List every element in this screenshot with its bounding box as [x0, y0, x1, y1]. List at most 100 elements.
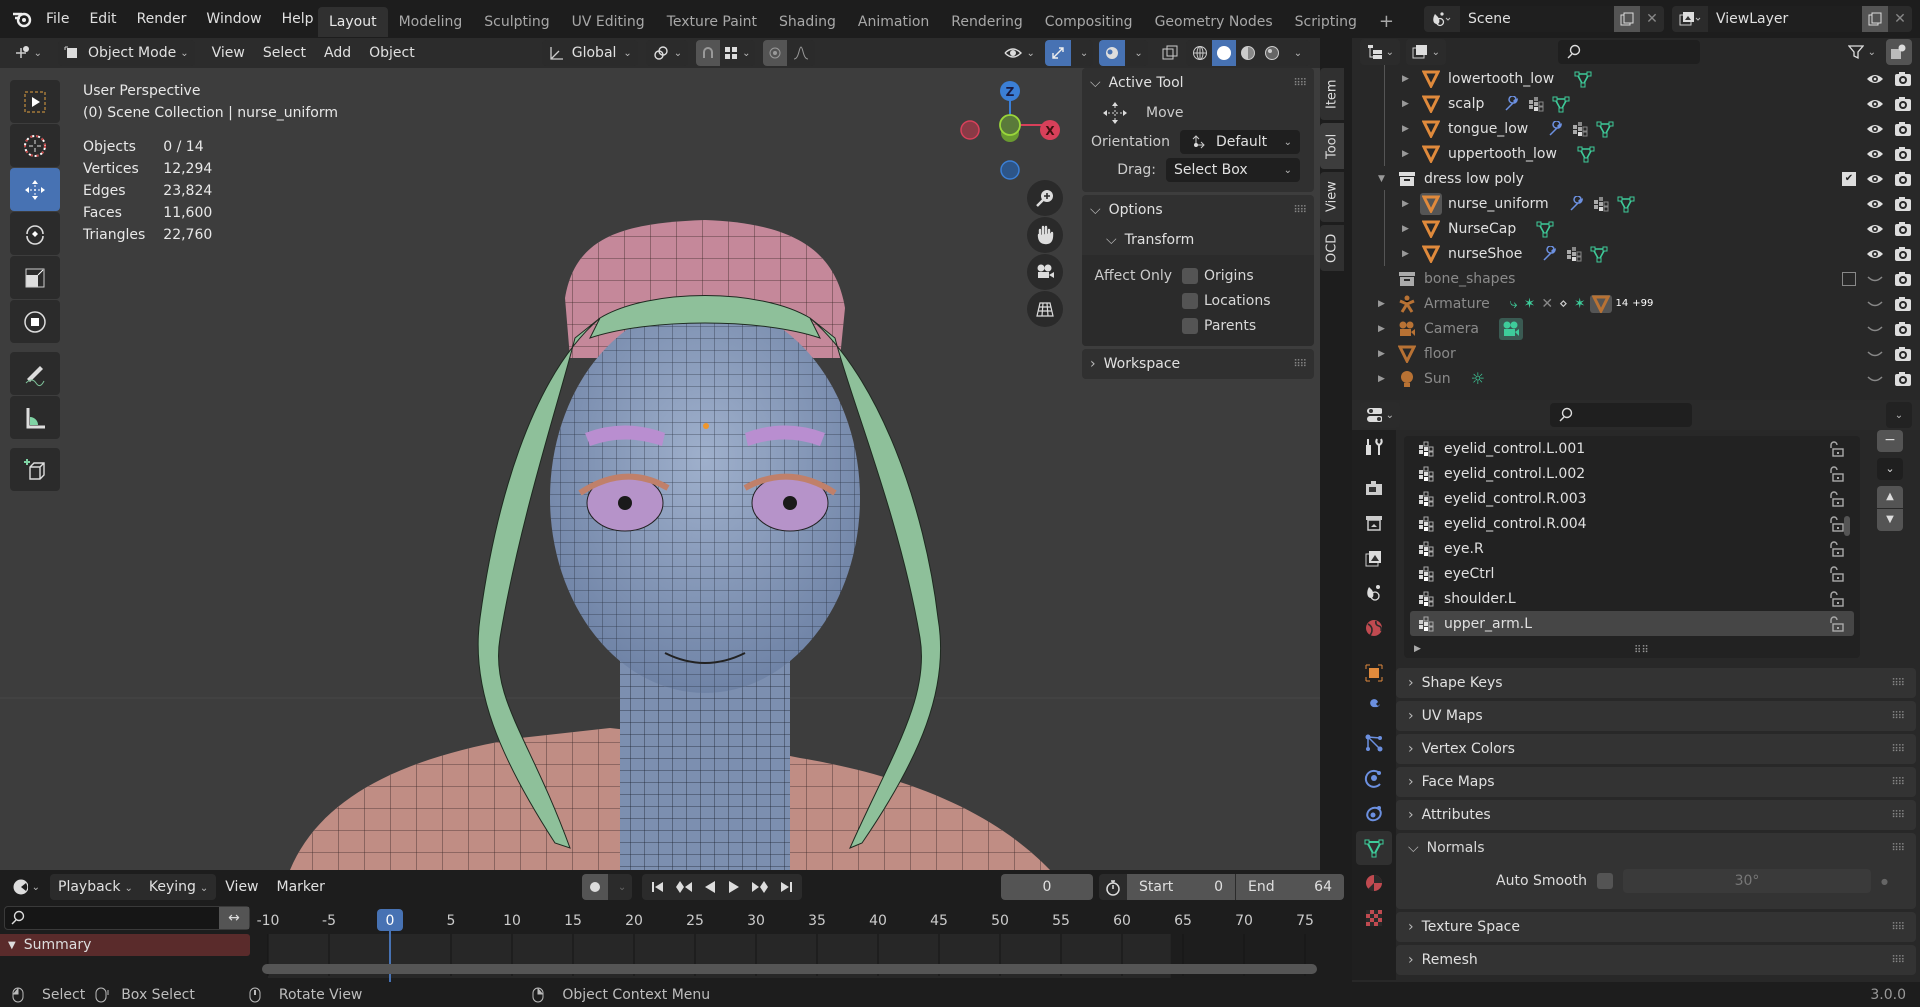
add-cube-tool[interactable] [10, 448, 60, 491]
options-header[interactable]: ⌵ Options ⠿⠿ [1082, 195, 1314, 225]
auto-smooth-angle-field[interactable]: 30° [1622, 869, 1871, 893]
mesh-data-props-tab[interactable] [1356, 831, 1392, 865]
vertex-group-item[interactable]: eyeCtrl [1410, 561, 1854, 586]
lock-open-icon[interactable] [1828, 490, 1844, 507]
jump-to-prev-keyframe-icon[interactable] [670, 880, 698, 894]
render-toggle[interactable] [1894, 321, 1912, 337]
object-props-tab[interactable] [1356, 656, 1392, 690]
gizmo-dropdown[interactable]: ⌄ [1075, 48, 1093, 59]
tool-props-tab[interactable] [1356, 430, 1392, 464]
render-toggle[interactable] [1894, 146, 1912, 162]
add-workspace-button[interactable]: + [1368, 7, 1405, 37]
list-scrollbar[interactable] [1844, 516, 1850, 536]
menu-object[interactable]: Object [360, 45, 424, 61]
annotate-tool[interactable] [10, 352, 60, 395]
play-reverse-icon[interactable] [698, 880, 722, 894]
view-layer-name-field[interactable]: ViewLayer [1708, 6, 1862, 32]
camera-view-button[interactable] [1027, 254, 1063, 290]
timeline-menu-view[interactable]: View [216, 879, 267, 895]
render-toggle[interactable] [1894, 96, 1912, 112]
tab-rendering[interactable]: Rendering [940, 7, 1034, 37]
outliner-search-input[interactable] [1558, 40, 1700, 64]
render-toggle[interactable] [1894, 296, 1912, 312]
visibility-toggle[interactable] [1866, 72, 1884, 86]
editor-type-button[interactable]: ⌄ [8, 40, 48, 66]
use-preview-range-icon[interactable] [1099, 878, 1127, 896]
tab-scripting[interactable]: Scripting [1284, 7, 1368, 37]
timeline-editor-type[interactable]: ⌄ [6, 874, 46, 900]
section-texture-space[interactable]: › Texture Space ⠿⠿ [1396, 912, 1916, 942]
locations-checkbox[interactable] [1182, 292, 1198, 309]
render-toggle[interactable] [1894, 371, 1912, 387]
auto-smooth-checkbox[interactable] [1596, 873, 1613, 889]
expand-arrow-icon[interactable]: ▶ [1402, 224, 1416, 234]
workspace-panel[interactable]: › Workspace ⠿⠿ [1082, 349, 1314, 379]
expand-arrow-icon[interactable]: ▶ [1402, 124, 1416, 134]
keying-set-dropdown[interactable]: ⌄ [612, 882, 632, 893]
lock-open-icon[interactable] [1828, 590, 1844, 607]
outliner-row-floor[interactable]: ▶ floor [1352, 341, 1920, 366]
lock-open-icon[interactable] [1828, 440, 1844, 457]
world-props-tab[interactable] [1356, 611, 1392, 645]
expand-arrow-icon[interactable]: ▶ [1402, 149, 1416, 159]
scene-icon[interactable] [1424, 11, 1460, 27]
visibility-toggle[interactable] [1866, 372, 1884, 386]
transform-tool[interactable] [10, 300, 60, 343]
tab-animation[interactable]: Animation [847, 7, 940, 37]
drag-dropdown[interactable]: Select Box ⌄ [1166, 158, 1300, 182]
xray-toggle-icon[interactable] [1156, 40, 1184, 66]
lock-open-icon[interactable] [1828, 565, 1844, 582]
transform-subheader[interactable]: ⌵ Transform [1082, 225, 1314, 255]
navigation-gizmo[interactable]: Z X [950, 75, 1070, 185]
visibility-toggle[interactable] [1866, 122, 1884, 136]
render-toggle[interactable] [1894, 271, 1912, 287]
timeline-search-input[interactable]: ↔ [4, 906, 250, 930]
texture-props-tab[interactable] [1356, 901, 1392, 935]
falloff-dropdown[interactable] [787, 46, 815, 60]
scene-props-tab[interactable] [1356, 576, 1392, 610]
rendered-shading-icon[interactable] [1260, 40, 1284, 66]
render-toggle[interactable] [1894, 121, 1912, 137]
overlays-dropdown[interactable]: ⌄ [1129, 48, 1147, 59]
lock-open-icon[interactable] [1828, 515, 1844, 532]
vertex-group-item[interactable]: eyelid_control.L.002 [1410, 461, 1854, 486]
view-layer-icon[interactable] [1672, 11, 1708, 27]
end-frame-field[interactable]: End 64 [1236, 874, 1344, 900]
timeline-area[interactable]: -10 -5 0 5 10 15 20 25 30 35 40 45 50 55 60 65 70 75 [250, 906, 1330, 982]
output-props-tab[interactable] [1356, 506, 1392, 540]
tab-geometry-nodes[interactable]: Geometry Nodes [1144, 7, 1284, 37]
section-attributes[interactable]: › Attributes ⠿⠿ [1396, 800, 1916, 830]
tab-modeling[interactable]: Modeling [388, 7, 474, 37]
transform-orientation-dropdown[interactable]: Global ⌄ [541, 40, 638, 66]
menu-render[interactable]: Render [127, 5, 197, 33]
menu-playback[interactable]: Playback ⌄ [50, 879, 141, 895]
sidebar-tab-view[interactable]: View [1320, 172, 1344, 222]
menu-add[interactable]: Add [315, 45, 360, 61]
render-toggle[interactable] [1894, 221, 1912, 237]
material-props-tab[interactable] [1356, 866, 1392, 900]
section-normals[interactable]: ⌵ Normals ⠿⠿ Auto Smooth 30° ● [1396, 833, 1916, 909]
filter-dropdown[interactable]: ⌄ [1842, 39, 1882, 65]
gizmo-toggle-icon[interactable] [1044, 40, 1071, 66]
render-toggle[interactable] [1894, 246, 1912, 262]
orientation-dropdown[interactable]: Default ⌄ [1180, 130, 1300, 154]
active-tool-header[interactable]: ⌵ Active Tool ⠿⠿ [1082, 68, 1314, 98]
section-uv-maps[interactable]: › UV Maps ⠿⠿ [1396, 701, 1916, 731]
outliner-row-dress-low-poly[interactable]: ▼ dress low poly ✔ [1352, 166, 1920, 191]
outliner-editor-type[interactable]: ⌄ [1360, 39, 1400, 65]
pan-view-button[interactable] [1027, 217, 1063, 253]
exclude-checkbox[interactable]: ✔ [1842, 171, 1856, 186]
list-expand-icon[interactable]: ▶ [1414, 644, 1421, 654]
group-specials-button[interactable]: ⌄ [1877, 458, 1903, 480]
perspective-toggle-button[interactable] [1027, 291, 1063, 327]
jump-to-start-icon[interactable] [646, 880, 670, 894]
new-scene-icon[interactable] [1614, 6, 1640, 32]
expand-arrow-icon[interactable]: ▶ [1402, 199, 1416, 209]
measure-tool[interactable] [10, 396, 60, 439]
render-toggle[interactable] [1894, 171, 1912, 187]
visibility-toggle[interactable] [1866, 272, 1884, 286]
snap-target-dropdown[interactable]: ⌄ [720, 46, 754, 60]
summary-channel[interactable]: ▼ Summary [0, 934, 250, 956]
vertex-group-item[interactable]: eyelid_control.R.004 [1410, 511, 1854, 536]
tab-layout[interactable]: Layout [318, 7, 388, 37]
